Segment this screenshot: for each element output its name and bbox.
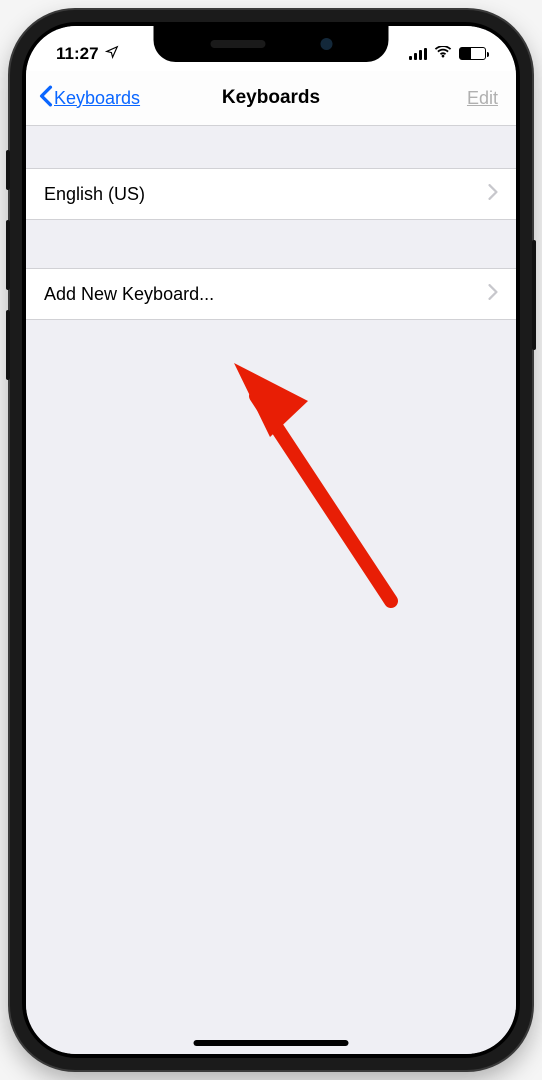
navigation-bar: Keyboards Keyboards Edit <box>26 71 516 126</box>
cellular-icon <box>409 48 427 60</box>
volume-down-button <box>6 310 10 380</box>
keyboard-row[interactable]: English (US) <box>26 168 516 220</box>
back-button[interactable]: Keyboards <box>26 85 140 112</box>
chevron-right-icon <box>488 184 498 205</box>
edit-button[interactable]: Edit <box>467 88 516 109</box>
speaker-grille <box>210 40 265 48</box>
chevron-right-icon <box>488 284 498 305</box>
chevron-left-icon <box>38 85 54 112</box>
location-icon <box>105 44 119 64</box>
back-label: Keyboards <box>54 88 140 109</box>
wifi-icon <box>434 44 452 64</box>
power-button <box>532 240 536 350</box>
home-indicator[interactable] <box>194 1040 349 1046</box>
keyboard-row-label: English (US) <box>44 184 145 205</box>
battery-icon <box>459 47 486 60</box>
content-area: English (US) Add New Keyboard... <box>26 126 516 1054</box>
screen: 11:27 <box>26 26 516 1054</box>
add-keyboard-label: Add New Keyboard... <box>44 284 214 305</box>
phone-bezel: 11:27 <box>22 22 520 1058</box>
status-time: 11:27 <box>56 44 99 64</box>
front-camera <box>320 38 332 50</box>
volume-up-button <box>6 220 10 290</box>
add-keyboard-group: Add New Keyboard... <box>26 268 516 320</box>
silence-switch <box>6 150 10 190</box>
phone-frame: 11:27 <box>10 10 532 1070</box>
add-keyboard-row[interactable]: Add New Keyboard... <box>26 268 516 320</box>
notch <box>154 26 389 62</box>
keyboards-list-group: English (US) <box>26 168 516 220</box>
